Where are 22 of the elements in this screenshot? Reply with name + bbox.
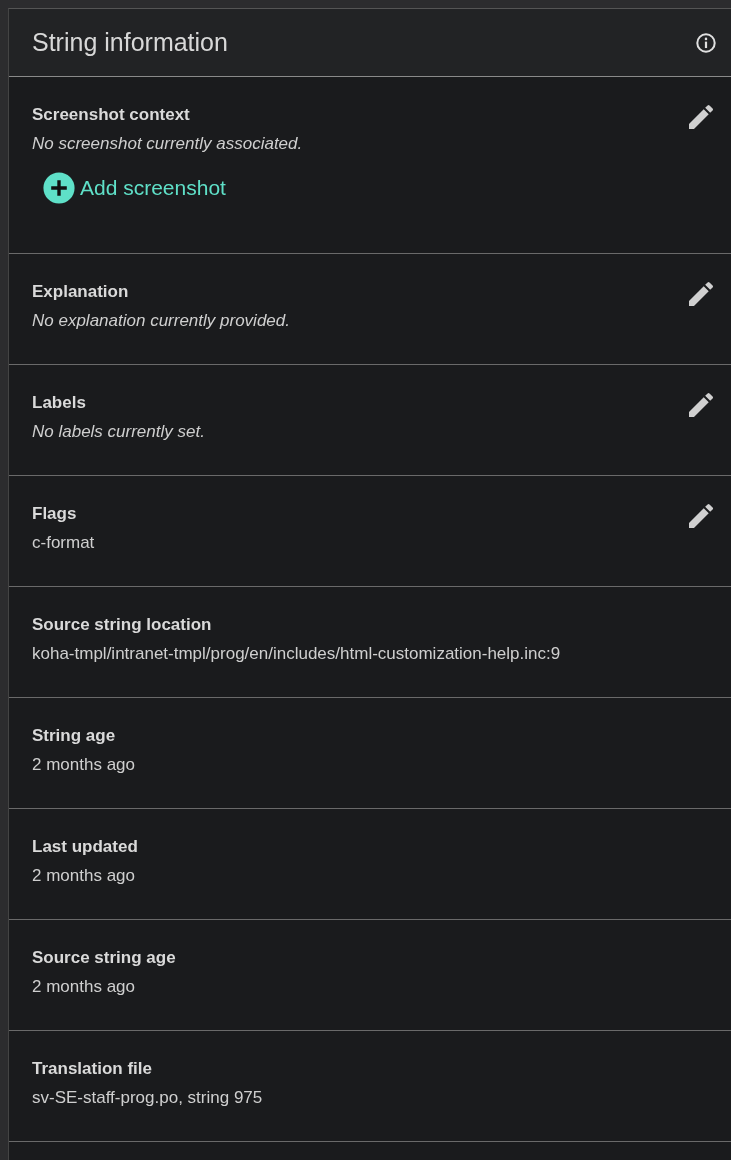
section-value: c-format (32, 532, 95, 554)
section-title: Last updated (32, 836, 138, 858)
section-value: 2 months ago (32, 976, 136, 998)
section-value: koha-tmpl/intranet-tmpl/prog/en/includes/html-customization-help.inc:9 (32, 643, 561, 665)
add-screenshot-button[interactable]: Add screenshot (42, 171, 303, 205)
section-value: No explanation currently provided. (32, 310, 290, 332)
section-title: Source string age (32, 947, 176, 969)
section-title: Explanation (32, 281, 130, 303)
section-title: String age (32, 725, 117, 747)
section-title: Source string location (32, 614, 213, 636)
section-value: 2 months ago (32, 865, 136, 887)
section-value: No screenshot currently associated. (32, 133, 303, 155)
section-value: 2 months ago (32, 754, 135, 776)
section-title: Translation file (32, 1058, 153, 1080)
section-title: Flags (32, 503, 78, 525)
section-title: Screenshot context (32, 104, 191, 126)
panel-title: String information (32, 28, 228, 57)
info-icon[interactable] (695, 31, 717, 54)
section-title: Labels (32, 392, 87, 414)
plus-icon (42, 171, 76, 205)
section-value: No labels currently set. (32, 421, 205, 443)
section-value: sv-SE-staff-prog.po, string 975 (32, 1087, 263, 1109)
